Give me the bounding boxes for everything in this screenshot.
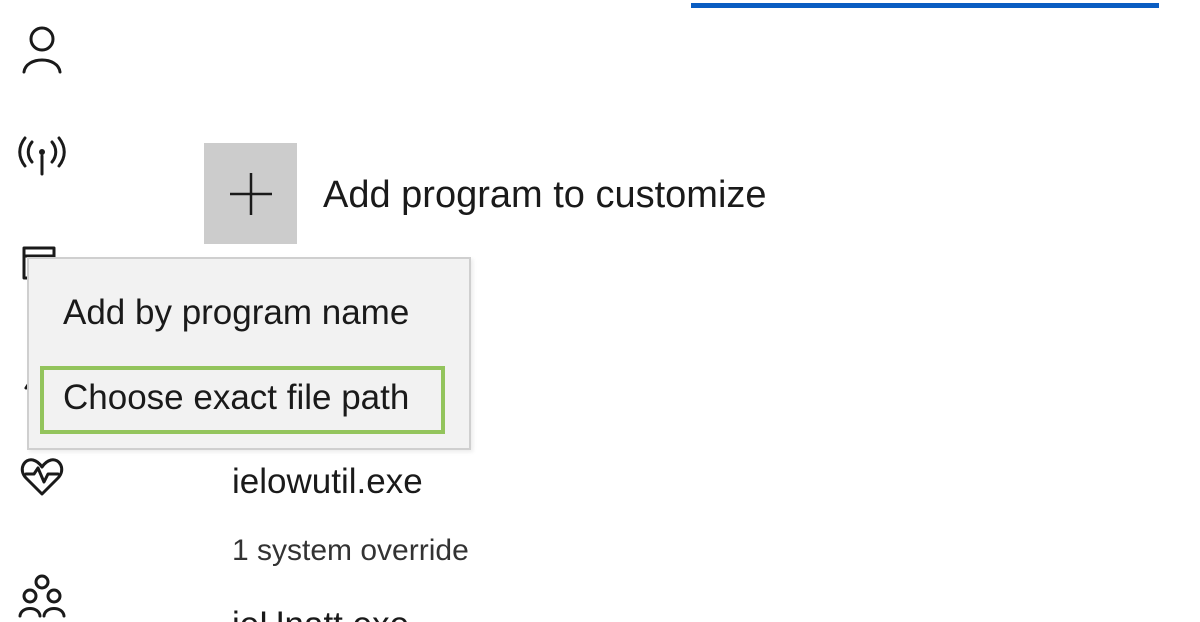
person-icon[interactable] xyxy=(14,22,70,78)
wireless-icon[interactable] xyxy=(14,128,70,184)
plus-icon xyxy=(229,172,272,215)
program-name[interactable]: ielowutil.exe xyxy=(232,460,423,504)
add-program-label[interactable]: Add program to customize xyxy=(323,171,767,219)
program-name[interactable]: ieUnatt.exe xyxy=(232,603,409,622)
menu-item-add-by-program-name[interactable]: Add by program name xyxy=(63,291,409,335)
accent-line xyxy=(691,3,1159,8)
family-icon[interactable] xyxy=(14,566,70,622)
settings-page: Add program to customize de ielowutil.ex… xyxy=(0,0,1200,622)
add-program-button[interactable] xyxy=(204,143,297,244)
add-program-flyout-menu: Add by program name Choose exact file pa… xyxy=(27,257,471,450)
program-subtitle: 1 system override xyxy=(232,534,469,567)
heart-pulse-icon[interactable] xyxy=(14,448,70,504)
menu-item-choose-exact-file-path[interactable]: Choose exact file path xyxy=(63,376,409,420)
